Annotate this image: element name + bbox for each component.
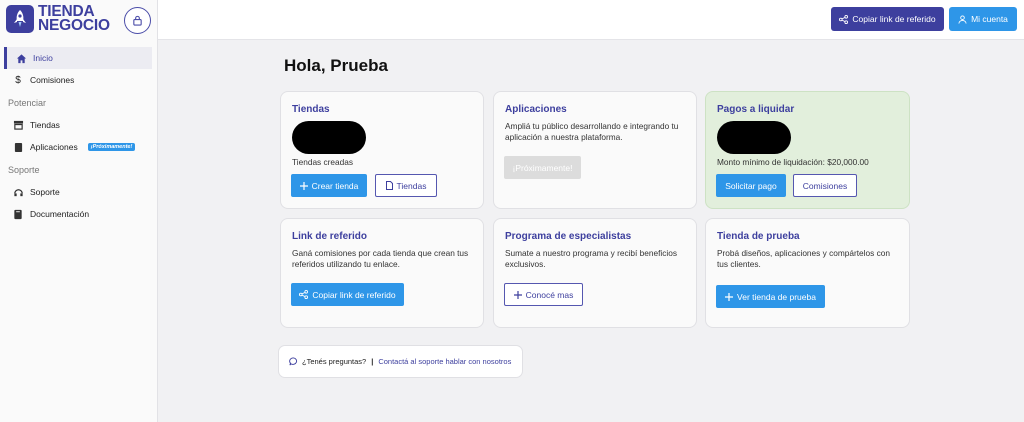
card-title: Link de referido [292, 231, 368, 242]
sidebar-item-aplicaciones[interactable]: Aplicaciones ¡Próximamente! [0, 136, 158, 158]
sidebar-item-label: Inicio [33, 53, 53, 63]
stores-label: Tiendas [396, 180, 427, 191]
page-title: Hola, Prueba [284, 56, 388, 75]
sidebar-item-comisiones[interactable]: $ Comisiones [0, 69, 158, 91]
user-icon [958, 14, 967, 24]
card-caption: Monto mínimo de liquidación: $20,000.00 [717, 157, 869, 167]
card-title: Pagos a liquidar [717, 104, 795, 115]
create-store-button[interactable]: Crear tienda [291, 174, 367, 197]
card-title: Programa de especialistas [505, 231, 632, 242]
help-separator: | [371, 357, 374, 366]
create-store-label: Crear tienda [311, 180, 359, 191]
plus-icon [513, 290, 522, 299]
sidebar-item-label: Tiendas [30, 120, 60, 130]
card-text: Ganá comisiones por cada tienda que crea… [292, 248, 469, 269]
card-programa-de-especialistas: Programa de especialistas Sumate a nuest… [493, 218, 697, 328]
contact-support-link[interactable]: Contactá al soporte hablar con nosotros [378, 357, 511, 366]
brand-line2: NEGOCIO [38, 17, 110, 34]
coming-soon-badge: ¡Próximamente! [87, 143, 136, 151]
lock-icon [133, 15, 142, 26]
card-title: Aplicaciones [505, 104, 567, 115]
request-payment-button[interactable]: Solicitar pago [716, 174, 786, 197]
learn-more-button[interactable]: Conocé mas [504, 283, 583, 306]
copy-referral-card-label: Copiar link de referido [312, 289, 396, 300]
learn-more-label: Conocé mas [525, 289, 574, 300]
coming-soon-button[interactable]: ¡Próximamente! [504, 156, 581, 179]
home-icon [15, 52, 27, 64]
store-icon [12, 119, 24, 131]
my-account-button[interactable]: Mi cuenta [949, 7, 1017, 31]
document-icon [385, 181, 393, 190]
apps-icon [12, 141, 24, 153]
stores-button[interactable]: Tiendas [375, 174, 437, 197]
brand-logo[interactable]: TIENDA NEGOCIO [6, 4, 110, 34]
redacted-value [292, 121, 366, 154]
section-soporte: Soporte [8, 164, 40, 175]
card-title: Tienda de prueba [717, 231, 800, 242]
section-potenciar: Potenciar [8, 97, 47, 108]
card-text: Ampliá tu público desarrollando e integr… [505, 121, 679, 142]
sidebar-item-inicio[interactable]: Inicio [4, 47, 152, 69]
copy-referral-link-button[interactable]: Copiar link de referido [831, 7, 944, 31]
sidebar-item-label: Aplicaciones [30, 142, 78, 152]
sidebar-item-tiendas[interactable]: Tiendas [0, 114, 158, 136]
rocket-logo-icon [6, 5, 34, 33]
sidebar-item-label: Soporte [30, 187, 60, 197]
lock-button[interactable] [124, 7, 151, 34]
sidebar-item-label: Comisiones [30, 75, 75, 85]
commissions-button[interactable]: Comisiones [793, 174, 857, 197]
book-icon [12, 208, 24, 220]
plus-icon [725, 292, 734, 301]
view-test-store-button[interactable]: Ver tienda de prueba [716, 285, 825, 308]
dollar-icon: $ [15, 74, 21, 86]
coming-soon-label: ¡Próximamente! [512, 162, 573, 173]
help-bar: ¿Tenés preguntas? | Contactá al soporte … [278, 345, 523, 378]
card-aplicaciones: Aplicaciones Ampliá tu público desarroll… [493, 91, 697, 209]
card-text: Probá diseños, aplicaciones y compártelo… [717, 248, 890, 269]
redacted-value [717, 121, 791, 154]
top-bar: Copiar link de referido Mi cuenta [158, 0, 1024, 40]
sidebar-nav: Inicio $ Comisiones Potenciar Tiendas Ap… [0, 47, 158, 225]
copy-referral-link-card-button[interactable]: Copiar link de referido [291, 283, 404, 306]
card-text: Sumate a nuestro programa y recibí benef… [505, 248, 678, 269]
request-payment-label: Solicitar pago [725, 180, 777, 191]
share-icon [839, 14, 849, 24]
commissions-label: Comisiones [802, 180, 848, 191]
sidebar-item-label: Documentación [30, 209, 90, 219]
sidebar-item-documentacion[interactable]: Documentación [0, 203, 158, 225]
card-pagos-a-liquidar: Pagos a liquidar Monto mínimo de liquida… [705, 91, 910, 209]
card-tiendas: Tiendas Tiendas creadas Crear tienda Tie… [280, 91, 484, 209]
sidebar: TIENDA NEGOCIO Inicio $ Comisiones Poten… [0, 0, 158, 422]
help-question: ¿Tenés preguntas? [302, 357, 367, 366]
card-title: Tiendas [292, 104, 330, 115]
brand-name: TIENDA NEGOCIO [38, 4, 110, 34]
card-tienda-de-prueba: Tienda de prueba Probá diseños, aplicaci… [705, 218, 910, 328]
my-account-label: Mi cuenta [971, 14, 1008, 24]
headset-icon [12, 186, 24, 198]
card-link-de-referido: Link de referido Ganá comisiones por cad… [280, 218, 484, 328]
sidebar-item-soporte[interactable]: Soporte [0, 181, 158, 203]
card-caption: Tiendas creadas [292, 157, 354, 167]
share-icon [299, 290, 309, 299]
plus-icon [299, 181, 308, 190]
view-test-store-label: Ver tienda de prueba [737, 291, 816, 302]
copy-referral-label: Copiar link de referido [852, 14, 936, 24]
chat-bubble-icon [289, 357, 298, 366]
